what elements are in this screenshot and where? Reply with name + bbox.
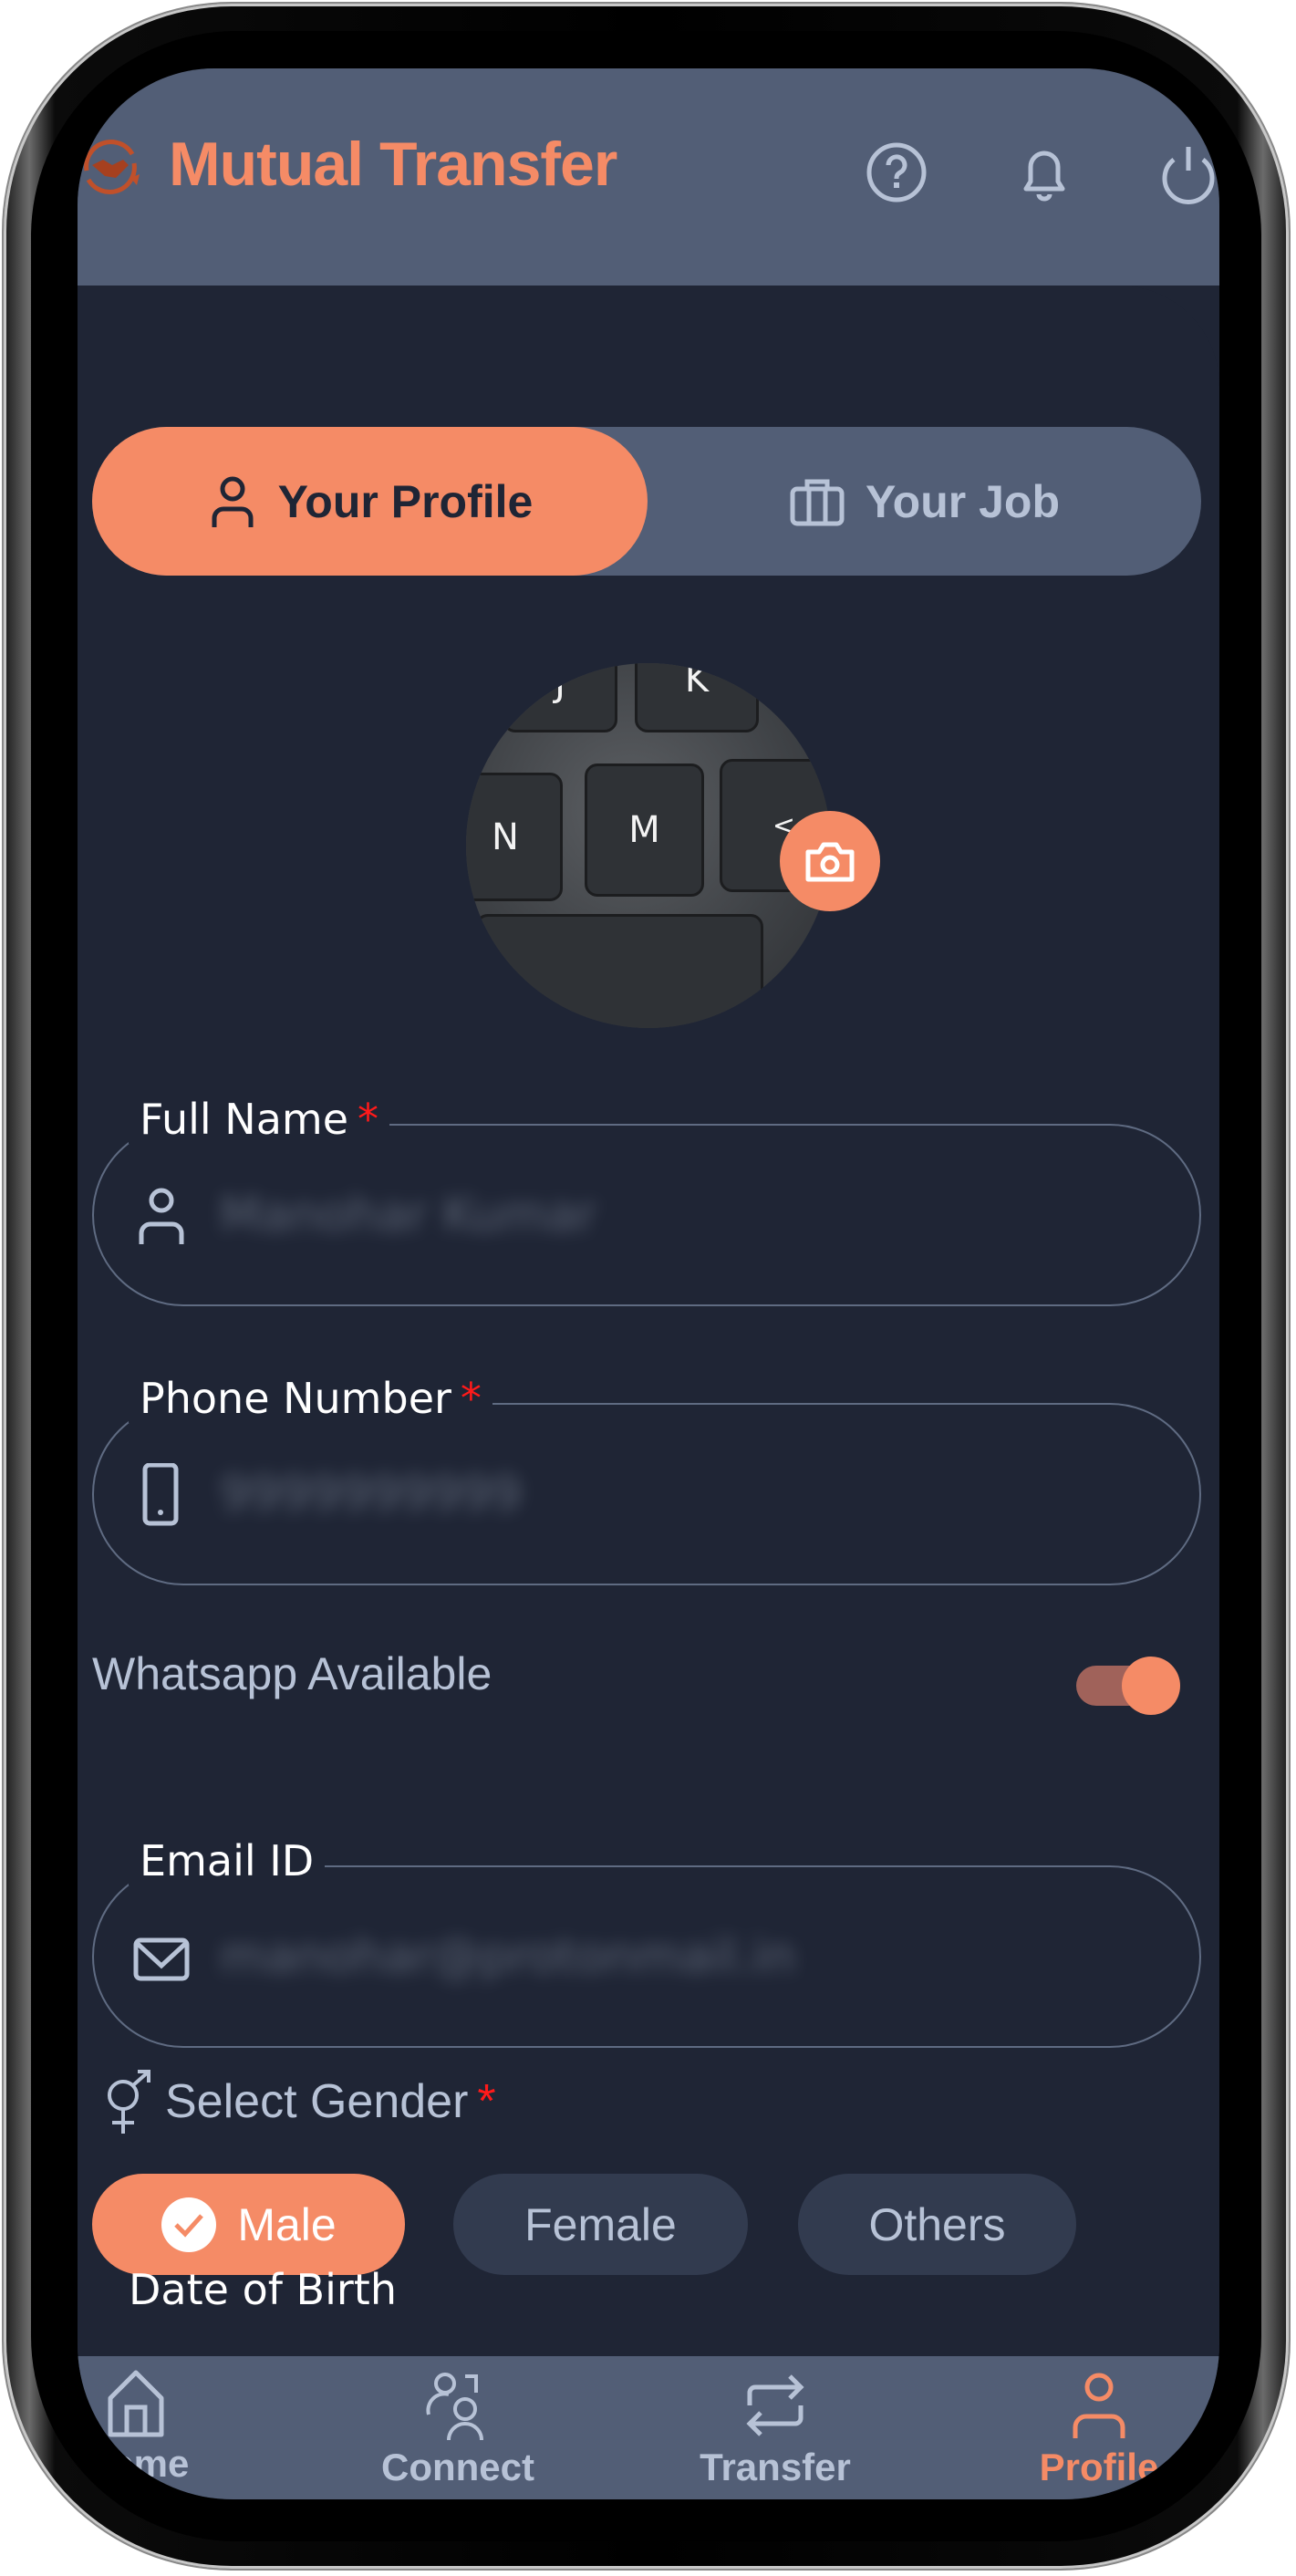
tab-your-job[interactable]: Your Job: [648, 427, 1201, 576]
nav-home[interactable]: Home: [78, 2369, 245, 2486]
logo-icon: [84, 140, 140, 194]
check-circle-icon: [161, 2197, 217, 2252]
gender-label: Select Gender: [165, 2075, 469, 2128]
mail-icon: [133, 1937, 190, 1981]
tab-label: Your Profile: [277, 475, 534, 527]
change-photo-button[interactable]: [780, 811, 880, 911]
chip-label: Others: [868, 2198, 1006, 2250]
toggle-knob: [1122, 1657, 1180, 1715]
power-icon[interactable]: [1154, 138, 1219, 207]
bell-icon[interactable]: [1010, 138, 1079, 207]
nav-label: Connect: [381, 2446, 534, 2488]
user-icon: [139, 1188, 184, 1244]
user-icon: [212, 476, 254, 527]
full-name-field[interactable]: Full Name * Manohar Kumar: [92, 1095, 1201, 1306]
gender-option-male[interactable]: Male: [92, 2174, 405, 2275]
profile-photo[interactable]: J K N M <: [466, 663, 831, 1028]
gender-option-others[interactable]: Others: [798, 2174, 1076, 2275]
email-value[interactable]: manohar@protonmail.in: [220, 1929, 795, 1984]
bottom-nav: Home Connect Transfer Profile: [78, 2356, 1219, 2499]
photo-key: M: [585, 763, 704, 897]
gender-option-female[interactable]: Female: [453, 2174, 748, 2275]
chip-label: Male: [237, 2198, 337, 2250]
profile-tabs: Your Profile Your Job: [92, 427, 1201, 576]
briefcase-icon: [790, 479, 845, 525]
app-screen: Mutual Transfer Your Profile Your Job J …: [78, 68, 1219, 2499]
email-field[interactable]: Email ID manohar@protonmail.in: [92, 1836, 1201, 2048]
nav-label: Profile: [1039, 2446, 1159, 2488]
whatsapp-label: Whatsapp Available: [92, 1648, 492, 1699]
email-label: Email ID: [129, 1836, 326, 1885]
nav-connect[interactable]: Connect: [348, 2369, 567, 2489]
people-icon: [426, 2373, 483, 2441]
photo-key: J: [503, 663, 617, 732]
date-of-birth-label: Date of Birth: [129, 2265, 397, 2314]
app-header: Mutual Transfer: [78, 68, 1219, 286]
full-name-value[interactable]: Manohar Kumar: [220, 1188, 596, 1242]
nav-label: Transfer: [700, 2446, 851, 2488]
user-icon: [1073, 2373, 1125, 2438]
phone-number-field[interactable]: Phone Number * 9999999999: [92, 1374, 1201, 1585]
chip-label: Female: [524, 2198, 677, 2250]
nav-profile[interactable]: Profile: [990, 2369, 1208, 2489]
full-name-label: Full Name *: [129, 1095, 389, 1144]
app-title: Mutual Transfer: [169, 130, 617, 199]
photo-key: N: [466, 773, 563, 901]
help-circle-icon[interactable]: [862, 138, 931, 207]
gender-icon: [108, 2070, 150, 2134]
whatsapp-toggle[interactable]: [1076, 1657, 1181, 1715]
phone-number-value[interactable]: 9999999999: [220, 1467, 522, 1522]
camera-icon: [805, 842, 855, 882]
nav-label: Home: [82, 2442, 190, 2485]
gender-heading: Select Gender *: [101, 2068, 496, 2135]
phone-number-label: Phone Number *: [129, 1374, 492, 1423]
transfer-icon: [746, 2374, 804, 2436]
nav-transfer[interactable]: Transfer: [666, 2369, 885, 2489]
mobile-icon: [142, 1463, 179, 1526]
home-icon: [108, 2370, 164, 2437]
photo-spacebar: [475, 914, 763, 1028]
tab-label: Your Job: [866, 475, 1060, 527]
tab-your-profile[interactable]: Your Profile: [92, 427, 648, 576]
photo-key: K: [635, 663, 759, 732]
profile-content: Your Profile Your Job J K N M < Full Nam…: [78, 286, 1219, 2384]
